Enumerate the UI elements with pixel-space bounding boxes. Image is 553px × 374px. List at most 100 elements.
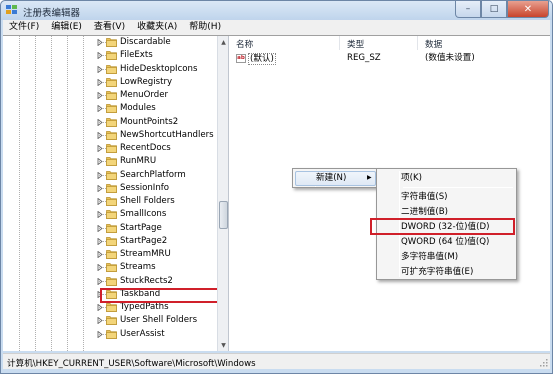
column-type-header[interactable]: 类型 xyxy=(347,38,364,50)
expand-arrow-icon[interactable] xyxy=(97,330,103,338)
folder-icon xyxy=(106,302,117,312)
tree-item-label: SessionInfo xyxy=(120,182,170,193)
tree-item[interactable]: StuckRects2 xyxy=(3,275,217,288)
value-type: REG_SZ xyxy=(347,53,381,63)
tree-item[interactable]: StartPage xyxy=(3,222,217,235)
tree-item[interactable]: Streams xyxy=(3,261,217,274)
tree-item-label: StuckRects2 xyxy=(120,275,173,286)
menu-edit[interactable]: 编辑(E) xyxy=(45,20,88,35)
tree-item[interactable]: Modules xyxy=(3,102,217,115)
resize-grip-icon[interactable] xyxy=(538,357,548,367)
tree-item-label: LowRegistry xyxy=(120,76,173,87)
expand-arrow-icon[interactable] xyxy=(97,104,103,113)
expand-arrow-icon[interactable] xyxy=(97,144,103,153)
status-bar: 计算机\HKEY_CURRENT_USER\Software\Microsoft… xyxy=(3,353,550,369)
tree-item[interactable]: StartPage2 xyxy=(3,235,217,248)
tree-item-label: NewShortcutHandlers xyxy=(120,129,214,140)
registry-tree[interactable]: Discardable FileExts HideDesktopIcons LowRe… xyxy=(3,36,217,351)
menu-item-expandable-string-value[interactable]: 可扩充字符串值(E) xyxy=(401,266,473,278)
folder-icon xyxy=(106,262,117,273)
column-divider xyxy=(417,36,418,50)
folder-icon xyxy=(106,143,117,153)
tree-item[interactable]: Discardable xyxy=(3,36,217,49)
expand-arrow-icon[interactable] xyxy=(97,316,103,325)
scroll-up-arrow-icon[interactable]: ▲ xyxy=(218,36,229,48)
column-divider xyxy=(339,36,340,50)
expand-arrow-icon[interactable] xyxy=(97,250,103,259)
column-name-header[interactable]: 名称 xyxy=(236,38,253,50)
tree-item[interactable]: NewShortcutHandlers xyxy=(3,129,217,142)
tree-item-label: RunMRU xyxy=(120,156,157,167)
expand-arrow-icon[interactable] xyxy=(97,51,103,60)
tree-item[interactable]: FileExts xyxy=(3,49,217,62)
tree-item[interactable]: StreamMRU xyxy=(3,248,217,261)
expand-arrow-icon[interactable] xyxy=(97,65,103,73)
tree-item[interactable]: SmallIcons xyxy=(3,208,217,221)
tree-item-label: SearchPlatform xyxy=(120,169,186,180)
menu-separator xyxy=(403,187,513,188)
title-bar[interactable]: 注册表编辑器 – □ ✕ xyxy=(1,1,552,20)
tree-item[interactable]: LowRegistry xyxy=(3,76,217,89)
menu-view[interactable]: 查看(V) xyxy=(88,20,131,35)
folder-icon xyxy=(106,236,117,246)
menu-item-binary-value[interactable]: 二进制值(B) xyxy=(401,206,448,218)
menu-help[interactable]: 帮助(H) xyxy=(183,20,227,35)
folder-icon xyxy=(106,50,117,61)
expand-arrow-icon[interactable] xyxy=(97,303,103,312)
folder-icon xyxy=(106,90,117,100)
expand-arrow-icon[interactable] xyxy=(97,277,103,285)
tree-item[interactable]: MenuOrder xyxy=(3,89,217,102)
menu-item-multi-string-value[interactable]: 多字符串值(M) xyxy=(401,251,458,263)
menu-item-qword-value[interactable]: QWORD (64 位)值(Q) xyxy=(401,236,489,248)
column-data-header[interactable]: 数据 xyxy=(425,38,442,50)
folder-icon xyxy=(106,64,117,74)
tree-item-label: MenuOrder xyxy=(120,90,169,100)
maximize-button[interactable]: □ xyxy=(481,1,507,18)
expand-arrow-icon[interactable] xyxy=(97,118,103,126)
expand-arrow-icon[interactable] xyxy=(97,210,103,219)
menu-file[interactable]: 文件(F) xyxy=(3,20,45,35)
tree-item[interactable]: HideDesktopIcons xyxy=(3,63,217,76)
string-value-icon: ab xyxy=(236,54,246,63)
tree-item-label: Discardable xyxy=(120,37,171,47)
tree-item[interactable]: SearchPlatform xyxy=(3,169,217,182)
tree-item[interactable]: SessionInfo xyxy=(3,182,217,195)
tree-item[interactable]: MountPoints2 xyxy=(3,116,217,129)
menu-item-string-value[interactable]: 字符串值(S) xyxy=(401,191,448,203)
tree-scrollbar[interactable]: ▲ ▼ xyxy=(217,36,229,351)
tree-item[interactable]: User Shell Folders xyxy=(3,314,217,327)
value-row-default[interactable]: ab (默认) REG_SZ (数值未设置) xyxy=(236,53,536,65)
scroll-thumb[interactable] xyxy=(219,201,228,229)
menu-item-key[interactable]: 项(K) xyxy=(401,172,422,184)
expand-arrow-icon[interactable] xyxy=(97,197,103,206)
close-button[interactable]: ✕ xyxy=(507,1,549,18)
expand-arrow-icon[interactable] xyxy=(97,131,103,140)
folder-icon xyxy=(106,315,117,326)
tree-item-label: Streams xyxy=(120,262,156,273)
folder-icon xyxy=(106,249,117,259)
menu-favorites[interactable]: 收藏夹(A) xyxy=(131,20,183,35)
tree-item[interactable]: RunMRU xyxy=(3,155,217,168)
tree-item-label: RecentDocs xyxy=(120,143,171,153)
expand-arrow-icon[interactable] xyxy=(97,263,103,272)
expand-arrow-icon[interactable] xyxy=(97,184,103,193)
tree-item-label: HideDesktopIcons xyxy=(120,63,198,74)
expand-arrow-icon[interactable] xyxy=(97,78,103,87)
tree-item[interactable]: UserAssist xyxy=(3,328,217,341)
expand-arrow-icon[interactable] xyxy=(97,91,103,100)
window-title: 注册表编辑器 xyxy=(23,8,81,19)
minimize-button[interactable]: – xyxy=(455,1,481,18)
tree-item[interactable]: Shell Folders xyxy=(3,195,217,208)
tree-item-label: FileExts xyxy=(120,50,153,61)
tree-item[interactable]: RecentDocs xyxy=(3,142,217,155)
scroll-down-arrow-icon[interactable]: ▼ xyxy=(218,339,229,351)
expand-arrow-icon[interactable] xyxy=(97,171,103,179)
context-menu: 新建(N) ▶ xyxy=(292,168,378,188)
value-data: (数值未设置) xyxy=(425,53,475,63)
expand-arrow-icon[interactable] xyxy=(97,157,103,166)
folder-icon xyxy=(106,209,117,220)
folder-icon xyxy=(106,103,117,114)
expand-arrow-icon[interactable] xyxy=(97,237,103,246)
expand-arrow-icon[interactable] xyxy=(97,38,103,47)
expand-arrow-icon[interactable] xyxy=(97,224,103,232)
